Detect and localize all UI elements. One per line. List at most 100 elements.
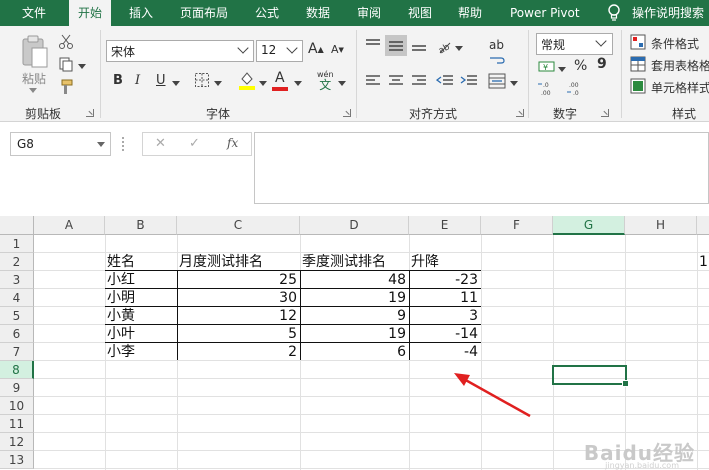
- select-all-corner[interactable]: [0, 216, 34, 235]
- name-box[interactable]: G8: [10, 132, 111, 156]
- orientation-dropdown-icon[interactable]: [455, 46, 463, 51]
- tab-view[interactable]: 视图: [408, 0, 432, 26]
- formula-bar-splitter[interactable]: [122, 137, 125, 151]
- table-cell[interactable]: 小黄: [105, 307, 177, 325]
- table-cell[interactable]: 2: [177, 343, 300, 361]
- phonetic-dropdown-icon[interactable]: [338, 81, 346, 86]
- header-cell-quarterly-rank[interactable]: 季度测试排名: [300, 253, 409, 271]
- number-format-select[interactable]: 常规: [536, 33, 613, 55]
- font-family-select[interactable]: 宋体: [106, 40, 254, 62]
- tab-power-pivot[interactable]: Power Pivot: [510, 0, 580, 26]
- tab-page-layout[interactable]: 页面布局: [180, 0, 228, 26]
- table-cell[interactable]: 小李: [105, 343, 177, 361]
- column-header-e[interactable]: E: [409, 216, 481, 235]
- font-color-button[interactable]: A: [275, 70, 285, 86]
- increase-decimal-icon[interactable]: .0 .00: [537, 80, 559, 96]
- fill-color-icon[interactable]: [238, 70, 256, 90]
- header-cell-name[interactable]: 姓名: [105, 253, 177, 271]
- align-left-icon[interactable]: [365, 74, 381, 88]
- name-box-dropdown-icon[interactable]: [97, 142, 105, 147]
- table-cell[interactable]: 30: [177, 289, 300, 307]
- table-cell[interactable]: 19: [300, 325, 409, 343]
- table-cell[interactable]: 6: [300, 343, 409, 361]
- bold-button[interactable]: B: [113, 73, 123, 88]
- table-cell[interactable]: 5: [177, 325, 300, 343]
- align-bottom-icon[interactable]: [411, 38, 427, 52]
- align-top-icon[interactable]: [365, 38, 381, 52]
- row-header-9[interactable]: 9: [0, 379, 34, 397]
- selected-cell-g8[interactable]: [552, 365, 629, 387]
- tab-home[interactable]: 开始: [69, 0, 112, 27]
- shrink-font-button[interactable]: A ▼: [331, 43, 344, 56]
- table-cell[interactable]: 48: [300, 271, 409, 289]
- column-header-f[interactable]: F: [481, 216, 553, 235]
- row-header-10[interactable]: 10: [0, 397, 34, 415]
- confirm-icon[interactable]: ✓: [189, 136, 200, 151]
- format-as-table-icon[interactable]: [630, 56, 646, 72]
- tab-review[interactable]: 审阅: [357, 0, 381, 26]
- increase-indent-icon[interactable]: [460, 74, 478, 88]
- table-cell[interactable]: 小叶: [105, 325, 177, 343]
- align-middle-icon[interactable]: [388, 38, 404, 52]
- format-as-table-button[interactable]: 套用表格格: [651, 57, 709, 74]
- table-cell[interactable]: 11: [409, 289, 481, 307]
- paste-dropdown-icon[interactable]: [29, 88, 37, 93]
- header-cell-monthly-rank[interactable]: 月度测试排名: [177, 253, 300, 271]
- underline-button[interactable]: U: [156, 73, 166, 88]
- currency-dropdown-icon[interactable]: [558, 67, 566, 72]
- font-color-dropdown-icon[interactable]: [294, 81, 302, 86]
- fill-color-dropdown-icon[interactable]: [259, 81, 267, 86]
- table-cell[interactable]: 9: [300, 307, 409, 325]
- row-header-3[interactable]: 3: [0, 271, 34, 289]
- table-cell[interactable]: 3: [409, 307, 481, 325]
- italic-button[interactable]: I: [135, 73, 140, 88]
- table-cell[interactable]: 小红: [105, 271, 177, 289]
- align-center-icon[interactable]: [388, 74, 404, 88]
- borders-icon[interactable]: [194, 72, 210, 88]
- table-cell[interactable]: 19: [300, 289, 409, 307]
- align-right-icon[interactable]: [411, 74, 427, 88]
- table-cell[interactable]: -14: [409, 325, 481, 343]
- borders-dropdown-icon[interactable]: [214, 81, 222, 86]
- column-header-a[interactable]: A: [34, 216, 105, 235]
- percent-button[interactable]: %: [574, 58, 587, 74]
- row-header-12[interactable]: 12: [0, 433, 34, 451]
- decrease-decimal-icon[interactable]: .00 .0: [566, 80, 588, 96]
- decrease-indent-icon[interactable]: [436, 74, 454, 88]
- copy-dropdown-icon[interactable]: [78, 64, 86, 69]
- header-cell-change[interactable]: 升降: [409, 253, 481, 271]
- row-header-5[interactable]: 5: [0, 307, 34, 325]
- row-header-8[interactable]: 8: [0, 361, 34, 379]
- tell-me-search[interactable]: 操作说明搜索: [632, 0, 704, 26]
- tab-file[interactable]: 文件: [22, 0, 46, 26]
- grow-font-button[interactable]: A ▲: [308, 41, 324, 57]
- merge-center-icon[interactable]: [488, 73, 506, 89]
- format-painter-icon[interactable]: [58, 79, 74, 95]
- font-launcher-icon[interactable]: [343, 109, 351, 117]
- column-header-d[interactable]: D: [300, 216, 409, 235]
- cancel-icon[interactable]: ✕: [155, 136, 166, 151]
- cell-styles-icon[interactable]: [630, 78, 646, 94]
- row-header-1[interactable]: 1: [0, 235, 34, 253]
- table-cell[interactable]: 小明: [105, 289, 177, 307]
- number-launcher-icon[interactable]: [601, 109, 609, 117]
- row-header-4[interactable]: 4: [0, 289, 34, 307]
- row-header-7[interactable]: 7: [0, 343, 34, 361]
- conditional-formatting-button[interactable]: 条件格式: [651, 35, 699, 52]
- row-header-11[interactable]: 11: [0, 415, 34, 433]
- phonetic-button[interactable]: wén 文: [317, 70, 334, 91]
- formula-input[interactable]: [254, 132, 709, 204]
- merge-dropdown-icon[interactable]: [510, 81, 518, 86]
- table-cell[interactable]: 25: [177, 271, 300, 289]
- table-cell[interactable]: 12: [177, 307, 300, 325]
- cell-i2[interactable]: 1: [697, 253, 709, 271]
- clipboard-launcher-icon[interactable]: [86, 109, 94, 117]
- insert-function-icon[interactable]: fx: [227, 136, 238, 150]
- font-size-select[interactable]: 12: [256, 40, 303, 62]
- orientation-icon[interactable]: ab: [436, 38, 452, 54]
- underline-dropdown-icon[interactable]: [172, 81, 180, 86]
- tab-formulas[interactable]: 公式: [255, 0, 279, 26]
- tab-insert[interactable]: 插入: [129, 0, 153, 26]
- tab-data[interactable]: 数据: [306, 0, 330, 26]
- row-header-2[interactable]: 2: [0, 253, 34, 271]
